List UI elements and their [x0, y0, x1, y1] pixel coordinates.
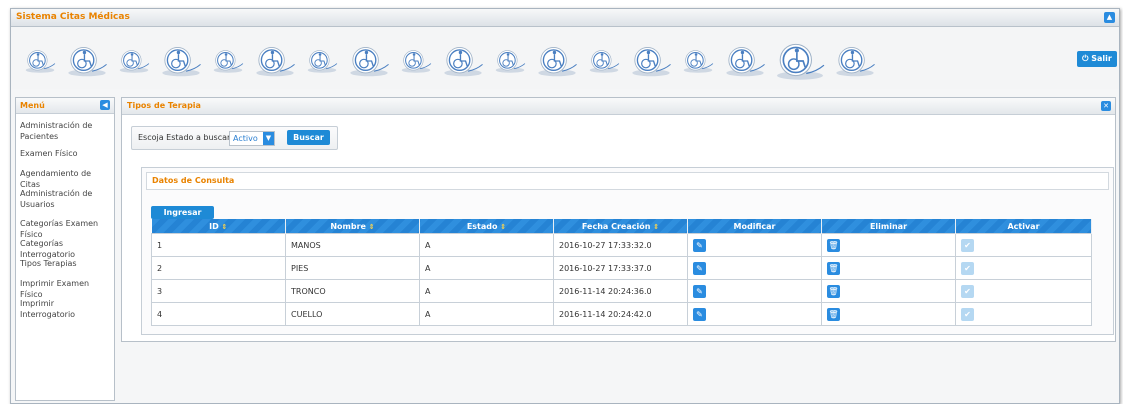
- sidebar-item-citas[interactable]: Agendamiento de Citas: [16, 168, 114, 189]
- trash-icon[interactable]: 🗑: [827, 307, 840, 321]
- filter-label: Escoja Estado a buscar: [138, 133, 231, 142]
- table-row: 1 MANOS A 2016-10-27 17:33:32.0 ✎ 🗑 ✔: [151, 233, 1092, 257]
- cell-fecha: 2016-11-14 20:24:42.0: [553, 302, 688, 326]
- close-icon[interactable]: ✕: [1101, 101, 1111, 111]
- sort-icon[interactable]: ⇕: [653, 223, 659, 231]
- header-banner: ⏻ Salir: [11, 27, 1119, 89]
- cell-id: 1: [151, 233, 286, 257]
- collapse-header-icon[interactable]: ▲: [1104, 12, 1115, 23]
- buscar-button[interactable]: Buscar: [287, 130, 330, 145]
- sidebar-header: Menú ◀: [16, 98, 114, 114]
- cell-fecha: 2016-11-14 20:24:36.0: [553, 279, 688, 303]
- wheelchair-icon: [68, 46, 107, 77]
- cell-nombre: TRONCO: [285, 279, 420, 303]
- trash-icon[interactable]: 🗑: [827, 261, 840, 275]
- table-row: 3 TRONCO A 2016-11-14 20:24:36.0 ✎ 🗑 ✔: [151, 279, 1092, 303]
- filter-bar: Escoja Estado a buscar Activo ▼ Buscar: [131, 126, 338, 150]
- table-header-row: ID ⇕ Nombre ⇕ Estado ⇕ Fecha Creación ⇕ …: [151, 219, 1092, 234]
- cell-fecha: 2016-10-27 17:33:37.0: [553, 256, 688, 280]
- wheelchair-icon: [444, 46, 483, 77]
- app-title: Sistema Citas Médicas: [16, 12, 130, 22]
- sidebar-item-usuarios[interactable]: Administración de Usuarios: [16, 188, 114, 218]
- edit-pencil-icon[interactable]: ✎: [693, 238, 706, 252]
- table-row: 2 PIES A 2016-10-27 17:33:37.0 ✎ 🗑 ✔: [151, 256, 1092, 280]
- cell-nombre: CUELLO: [285, 302, 420, 326]
- sidebar-item-tipos-terapias[interactable]: Tipos Terapias: [16, 258, 114, 278]
- cell-nombre: MANOS: [285, 233, 420, 257]
- wheelchair-icon: [777, 43, 825, 80]
- title-bar: Sistema Citas Médicas ▲: [11, 9, 1119, 27]
- cell-nombre: PIES: [285, 256, 420, 280]
- chevron-down-icon[interactable]: ▼: [263, 132, 274, 145]
- logout-button[interactable]: ⏻ Salir: [1077, 51, 1117, 67]
- col-nombre[interactable]: Nombre ⇕: [285, 219, 420, 234]
- checkmark-icon[interactable]: ✔: [961, 238, 974, 252]
- edit-pencil-icon[interactable]: ✎: [693, 307, 706, 321]
- cell-id: 4: [151, 302, 286, 326]
- panel-header: Tipos de Terapia ✕: [122, 98, 1115, 115]
- col-estado[interactable]: Estado ⇕: [419, 219, 554, 234]
- collapse-left-icon[interactable]: ◀: [100, 100, 110, 110]
- sidebar-item-imprimir-examen[interactable]: Imprimir Examen Físico: [16, 278, 114, 299]
- edit-pencil-icon[interactable]: ✎: [693, 284, 706, 298]
- col-id[interactable]: ID ⇕: [151, 219, 286, 234]
- wheelchair-icon: [350, 46, 389, 77]
- sidebar-menu: Menú ◀ Administración de Pacientes Exame…: [15, 97, 115, 401]
- cell-id: 3: [151, 279, 286, 303]
- app-window: Sistema Citas Médicas ▲ ⏻ Salir Menú ◀ A…: [10, 8, 1120, 404]
- sort-icon[interactable]: ⇕: [500, 223, 506, 231]
- sort-icon[interactable]: ⇕: [369, 223, 375, 231]
- col-activar: Activar: [955, 219, 1092, 234]
- checkmark-icon[interactable]: ✔: [961, 284, 974, 298]
- power-icon: ⏻: [1082, 54, 1092, 63]
- cell-id: 2: [151, 256, 286, 280]
- wheelchair-icon: [726, 46, 765, 77]
- sidebar-item-categorias-examen[interactable]: Categorías Examen Físico: [16, 218, 114, 239]
- results-section: Datos de Consulta Ingresar nuevo ID ⇕ No…: [141, 167, 1114, 335]
- wheelchair-icon: [538, 46, 577, 77]
- terapias-table: ID ⇕ Nombre ⇕ Estado ⇕ Fecha Creación ⇕ …: [151, 219, 1092, 326]
- cell-fecha: 2016-10-27 17:33:32.0: [553, 233, 688, 257]
- col-eliminar: Eliminar: [821, 219, 956, 234]
- wheelchair-icon: [256, 46, 295, 77]
- cell-estado: A: [419, 302, 554, 326]
- panel-title: Tipos de Terapia: [127, 101, 201, 110]
- trash-icon[interactable]: 🗑: [827, 284, 840, 298]
- checkmark-icon[interactable]: ✔: [961, 307, 974, 321]
- results-title: Datos de Consulta: [152, 176, 235, 185]
- results-header: Datos de Consulta: [146, 172, 1109, 190]
- estado-select[interactable]: Activo ▼: [229, 131, 275, 146]
- wheelchair-icon: [683, 50, 714, 73]
- cell-estado: A: [419, 233, 554, 257]
- wheelchair-icon: [25, 50, 56, 73]
- wheelchair-icon: [213, 50, 244, 73]
- sidebar-item-examen-fisico[interactable]: Examen Físico: [16, 148, 114, 168]
- checkmark-icon[interactable]: ✔: [961, 261, 974, 275]
- wheelchair-icon: [589, 50, 620, 73]
- wheelchair-icon: [307, 50, 338, 73]
- edit-pencil-icon[interactable]: ✎: [693, 261, 706, 275]
- trash-icon[interactable]: 🗑: [827, 238, 840, 252]
- tipos-terapia-panel: Tipos de Terapia ✕ Escoja Estado a busca…: [121, 97, 1116, 342]
- wheelchair-icon: [119, 50, 150, 73]
- wheelchair-icon: [632, 46, 671, 77]
- cell-estado: A: [419, 279, 554, 303]
- sidebar-item-pacientes[interactable]: Administración de Pacientes: [16, 120, 114, 148]
- sidebar-item-imprimir-interrogatorio[interactable]: Imprimir Interrogatorio: [16, 298, 114, 319]
- estado-select-value: Activo: [233, 134, 258, 143]
- wheelchair-icon: [401, 50, 432, 73]
- sidebar-item-categorias-interrogatorio[interactable]: Categorías Interrogatorio: [16, 238, 114, 259]
- sidebar-title: Menú: [20, 101, 45, 110]
- wheelchair-icon: [836, 46, 875, 77]
- ingresar-nuevo-button[interactable]: Ingresar nuevo: [151, 206, 214, 230]
- col-modificar: Modificar: [687, 219, 822, 234]
- sort-icon[interactable]: ⇕: [222, 223, 228, 231]
- col-fecha[interactable]: Fecha Creación ⇕: [553, 219, 688, 234]
- table-row: 4 CUELLO A 2016-11-14 20:24:42.0 ✎ 🗑 ✔: [151, 302, 1092, 326]
- wheelchair-icon: [495, 50, 526, 73]
- cell-estado: A: [419, 256, 554, 280]
- wheelchair-icon: [162, 46, 201, 77]
